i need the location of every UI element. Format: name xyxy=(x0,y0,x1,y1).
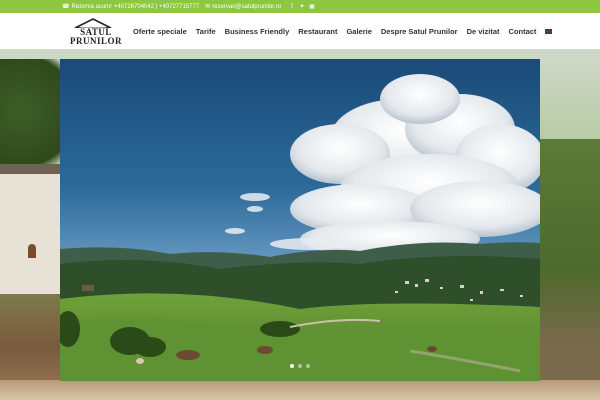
site-header: SATUL PRUNILOR Oferte speciale Tarife Bu… xyxy=(0,13,600,49)
slider-dot[interactable] xyxy=(290,364,294,368)
nav-item-tarife[interactable]: Tarife xyxy=(196,27,216,36)
background-hill-right xyxy=(538,139,600,399)
uk-flag-icon[interactable] xyxy=(545,28,553,34)
background-house xyxy=(0,174,60,294)
nav-item-despre[interactable]: Despre Satul Prunilor xyxy=(381,27,458,36)
top-info-bar: ☎ Rezerva acum! +40726704042 | +40727715… xyxy=(0,0,600,13)
reserve-label: Rezerva acum! xyxy=(71,3,112,10)
envelope-icon: ✉ xyxy=(205,4,211,10)
nav-item-business-friendly[interactable]: Business Friendly xyxy=(225,27,290,36)
nav-item-galerie[interactable]: Galerie xyxy=(346,27,371,36)
background-house-window xyxy=(28,244,36,258)
hero-slide-image[interactable] xyxy=(60,59,540,381)
nav-item-de-vizitat[interactable]: De vizitat xyxy=(467,27,500,36)
slider-dot[interactable] xyxy=(298,364,302,368)
social-links: f ✦ ▣ xyxy=(289,4,315,10)
phone-icon: ☎ xyxy=(62,4,70,10)
nav-item-oferte-speciale[interactable]: Oferte speciale xyxy=(133,27,187,36)
slider-pagination xyxy=(0,364,600,368)
site-logo[interactable]: SATUL PRUNILOR xyxy=(67,16,125,48)
email-contact[interactable]: ✉ rezervari@satulprunilor.ro xyxy=(205,3,281,11)
main-navigation: Oferte speciale Tarife Business Friendly… xyxy=(133,13,553,49)
nav-item-contact[interactable]: Contact xyxy=(509,27,537,36)
slider-dot[interactable] xyxy=(306,364,310,368)
nav-item-restaurant[interactable]: Restaurant xyxy=(298,27,337,36)
facebook-icon[interactable]: f xyxy=(289,4,295,10)
logo-line-2: PRUNILOR xyxy=(69,36,122,46)
instagram-icon[interactable]: ▣ xyxy=(309,4,315,10)
phone-numbers[interactable]: +40726704042 | +40727715777 xyxy=(114,4,199,10)
background-bottom-strip xyxy=(0,380,600,400)
reservation-phones[interactable]: ☎ Rezerva acum! +40726704042 | +40727715… xyxy=(62,3,199,11)
email-address[interactable]: rezervari@satulprunilor.ro xyxy=(212,4,281,10)
twitter-icon[interactable]: ✦ xyxy=(299,4,305,10)
landscape-illustration xyxy=(60,74,540,381)
